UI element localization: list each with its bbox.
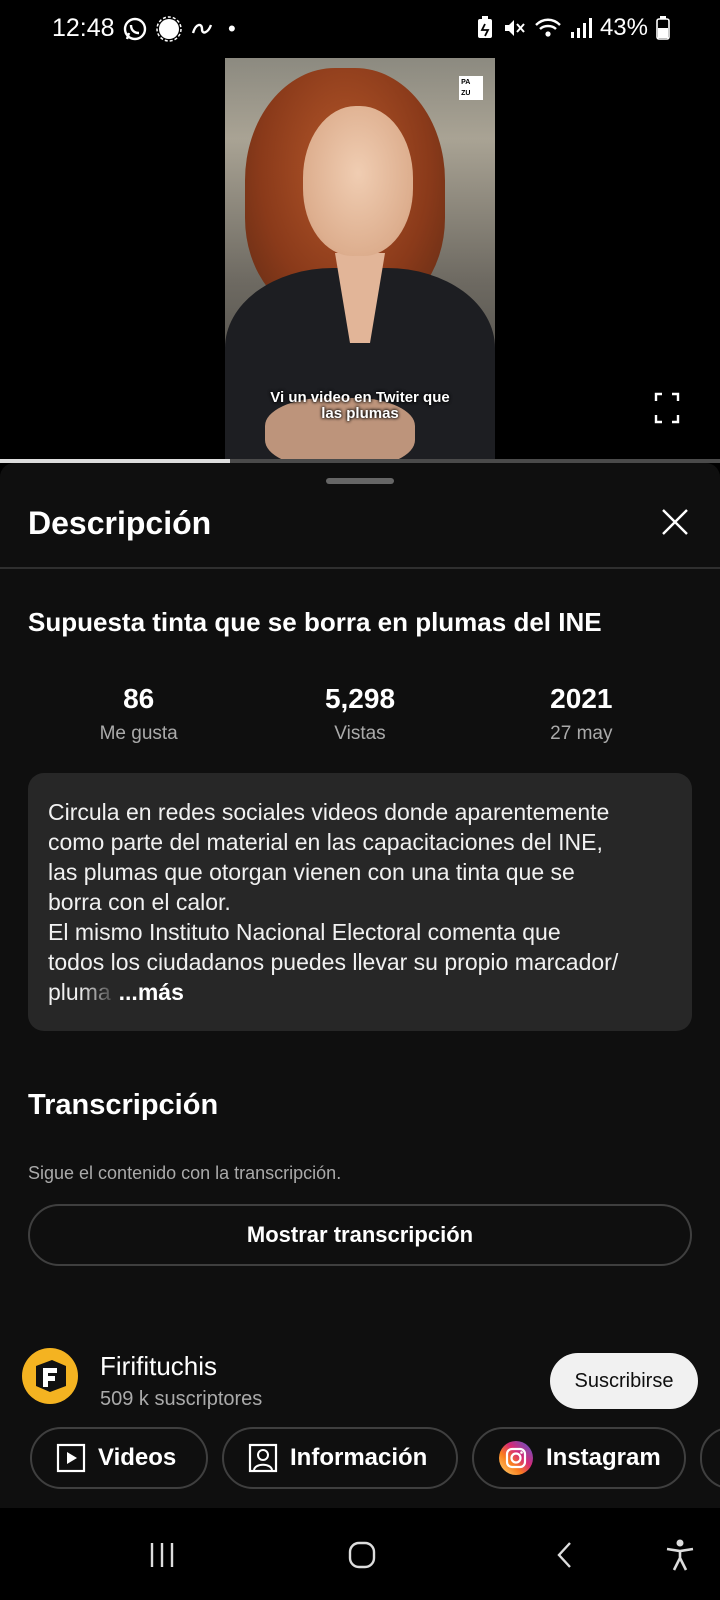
home-button[interactable]	[337, 1530, 387, 1580]
android-nav-bar	[0, 1508, 720, 1600]
sheet-divider	[0, 567, 720, 569]
video-player[interactable]: PA ZU Vi un video en Twiter que las plum…	[0, 58, 720, 462]
status-bar: 12:48 • 43%	[0, 0, 720, 60]
chip-informacion[interactable]: Información	[222, 1427, 458, 1489]
signal-app-icon	[156, 16, 182, 42]
whatsapp-icon	[123, 17, 147, 41]
transcript-subtitle: Sigue el contenido con la transcripción.	[28, 1163, 342, 1183]
transcript-heading: Transcripción	[28, 1089, 219, 1121]
chip-label: Videos	[98, 1444, 177, 1471]
back-icon	[557, 1542, 571, 1568]
video-watermark-logo: PA ZU	[459, 76, 483, 100]
sheet-title: Descripción	[28, 505, 212, 541]
back-button[interactable]	[540, 1530, 590, 1580]
publish-date: 27 may	[550, 723, 613, 744]
notification-dot: •	[228, 16, 236, 41]
channel-logo-icon	[36, 1360, 66, 1392]
video-title: Supuesta tinta que se borra en plumas de…	[28, 607, 602, 637]
description-line: borra con el calor.	[48, 889, 231, 915]
likes-label: Me gusta	[99, 723, 178, 744]
cell-signal-icon	[570, 18, 592, 38]
recent-apps-button[interactable]	[137, 1530, 187, 1580]
description-text-box[interactable]: Circula en redes sociales videos donde a…	[28, 773, 692, 1031]
close-icon[interactable]	[658, 505, 692, 539]
likes-count: 86	[123, 683, 155, 714]
battery-icon	[656, 16, 670, 40]
channel-subscriber-count: 509 k suscriptores	[100, 1388, 263, 1410]
video-caption: Vi un video en Twiter que las plumas	[270, 389, 450, 422]
description-line: todos los ciudadanos puedes llevar su pr…	[48, 949, 619, 975]
description-line: las plumas que otorgan vienen con una ti…	[48, 859, 575, 885]
accessibility-icon	[666, 1539, 694, 1571]
status-time: 12:48	[52, 14, 115, 42]
description-sheet: Descripción Supuesta tinta que se borra …	[0, 463, 720, 1508]
subscribe-button[interactable]: Suscribirse	[550, 1353, 698, 1409]
chip-label: Instagram	[546, 1444, 661, 1471]
mute-icon	[504, 20, 525, 36]
sheet-drag-handle[interactable]	[326, 478, 394, 484]
status-notification-icons: •	[122, 16, 236, 42]
accessibility-button[interactable]	[655, 1530, 705, 1580]
chip-label: Información	[290, 1444, 428, 1471]
video-stats: 86 Me gusta 5,298 Vistas 2021 27 may	[28, 683, 692, 745]
recent-apps-icon	[150, 1543, 174, 1567]
show-more-link[interactable]: ...más	[119, 977, 184, 1007]
person-box-icon	[248, 1443, 278, 1473]
channel-links-row: Videos Información Instagram	[30, 1427, 720, 1491]
video-frame[interactable]: PA ZU Vi un video en Twiter que las plum…	[225, 58, 495, 462]
channel-avatar[interactable]	[22, 1348, 78, 1404]
show-transcript-button[interactable]: Mostrar transcripción	[28, 1204, 692, 1266]
publish-year: 2021	[550, 683, 613, 714]
channel-name[interactable]: Firifituchis	[100, 1351, 217, 1382]
chip-instagram[interactable]: Instagram	[472, 1427, 686, 1489]
chip-videos[interactable]: Videos	[30, 1427, 208, 1489]
stat-views: 5,298 Vistas	[249, 683, 470, 745]
wifi-icon	[535, 18, 561, 37]
battery-percent: 43%	[599, 14, 648, 41]
home-icon	[348, 1541, 376, 1569]
stat-date: 2021 27 may	[471, 683, 692, 745]
video-person-face	[303, 106, 413, 256]
play-box-icon	[56, 1443, 86, 1473]
description-truncated-text: pluma	[48, 977, 119, 1007]
status-system-icons: 43%	[476, 14, 670, 42]
chip-overflow[interactable]	[700, 1427, 720, 1489]
nearby-share-icon	[191, 23, 213, 34]
description-line: Circula en redes sociales videos donde a…	[48, 799, 610, 825]
views-count: 5,298	[324, 683, 396, 714]
stat-likes: 86 Me gusta	[28, 683, 249, 745]
instagram-icon	[499, 1441, 533, 1475]
description-line: como parte del material en las capacitac…	[48, 829, 603, 855]
description-last-line: pluma ...más	[48, 977, 672, 1007]
fullscreen-icon[interactable]	[654, 392, 680, 424]
battery-saver-icon	[477, 16, 492, 38]
views-label: Vistas	[334, 723, 386, 744]
description-line: El mismo Instituto Nacional Electoral co…	[48, 919, 561, 945]
